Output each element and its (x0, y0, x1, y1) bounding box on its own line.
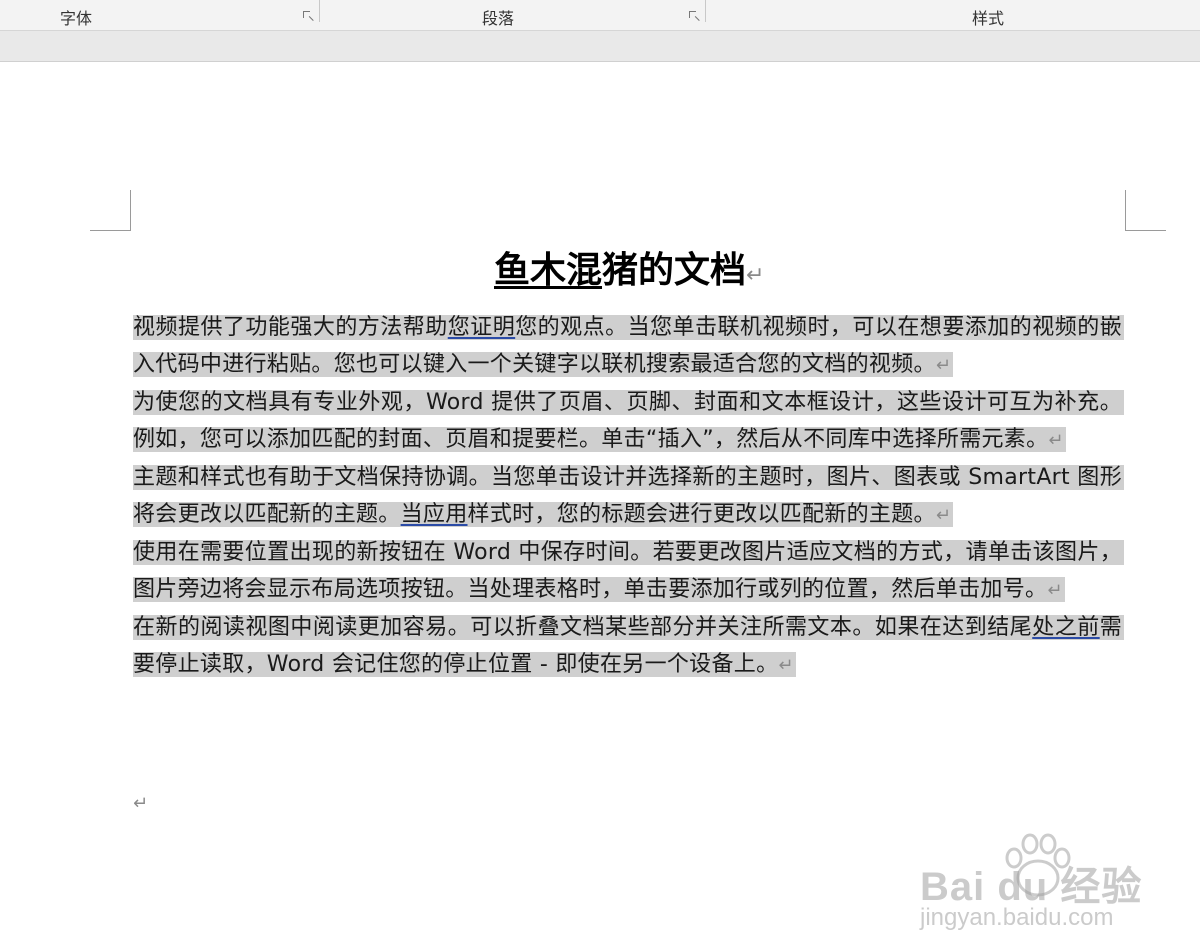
paragraph-mark-icon: ↵ (935, 355, 952, 376)
underlined-text: 处之前 (1032, 615, 1100, 640)
selected-text: 为使您的文档具有专业外观，Word 提供了页眉、页脚、封面和文本框设计，这些设计… (133, 390, 1124, 452)
underlined-text: 当应用 (400, 502, 468, 527)
title-rest: 猪的文档 (602, 250, 747, 291)
styles-group: 样式 (706, 0, 1200, 30)
paragraph-mark-icon: ↵ (746, 263, 765, 288)
margin-corner-top-right (1125, 190, 1166, 231)
paragraph-mark-icon: ↵ (935, 505, 952, 526)
paragraph-mark-icon: ↵ (1048, 430, 1064, 451)
paragraph[interactable]: 视频提供了功能强大的方法帮助您证明您的观点。当您单击联机视频时，可以在想要添加的… (133, 309, 1124, 384)
text-run: 视频提供了功能强大的方法帮助 (133, 315, 448, 340)
text-run: 为使您的文档具有专业外观，Word 提供了页眉、页脚、封面和文本框设计，这些设计… (133, 390, 1122, 452)
document-body[interactable]: 视频提供了功能强大的方法帮助您证明您的观点。当您单击联机视频时，可以在想要添加的… (133, 309, 1124, 684)
font-group-label: 字体 (60, 9, 93, 28)
paragraph-group-label: 段落 (482, 9, 515, 28)
underlined-text: 您证明 (447, 315, 516, 340)
baidu-jingyan-watermark: Bai du 经验 jingyan.baidu.com (920, 832, 1150, 942)
ribbon-group-labels: 字体 段落 样式 (0, 0, 1200, 31)
paragraph[interactable]: 使用在需要位置出现的新按钮在 Word 中保存时间。若要更改图片适应文档的方式，… (133, 534, 1124, 609)
paragraph-mark-icon: ↵ (1047, 580, 1063, 601)
styles-group-label: 样式 (972, 9, 1005, 28)
paragraph[interactable]: 主题和样式也有助于文档保持协调。当您单击设计并选择新的主题时，图片、图表或 Sm… (133, 459, 1124, 534)
empty-paragraph-mark-icon[interactable]: ↵ (133, 793, 148, 814)
text-run: 在新的阅读视图中阅读更加容易。可以折叠文档某些部分并关注所需文本。如果在达到结尾 (133, 615, 1033, 640)
paragraph-mark-icon: ↵ (778, 655, 794, 676)
margin-corner-top-left (90, 190, 131, 231)
ribbon-bottom-bar (0, 31, 1200, 62)
text-run: 使用在需要位置出现的新按钮在 Word 中保存时间。若要更改图片适应文档的方式，… (133, 540, 1122, 602)
paragraph-dialog-launcher-icon[interactable] (688, 10, 700, 22)
paragraph[interactable]: 在新的阅读视图中阅读更加容易。可以折叠文档某些部分并关注所需文本。如果在达到结尾… (133, 609, 1124, 684)
font-group: 字体 (0, 0, 320, 30)
paragraph[interactable]: 为使您的文档具有专业外观，Word 提供了页眉、页脚、封面和文本框设计，这些设计… (133, 384, 1124, 459)
selected-text: 视频提供了功能强大的方法帮助您证明您的观点。当您单击联机视频时，可以在想要添加的… (133, 315, 1124, 377)
selected-text: 主题和样式也有助于文档保持协调。当您单击设计并选择新的主题时，图片、图表或 Sm… (133, 465, 1124, 527)
document-page[interactable]: 鱼木混猪的文档↵ 视频提供了功能强大的方法帮助您证明您的观点。当您单击联机视频时… (0, 62, 1200, 931)
selected-text: 在新的阅读视图中阅读更加容易。可以折叠文档某些部分并关注所需文本。如果在达到结尾… (133, 615, 1124, 677)
selected-text: 使用在需要位置出现的新按钮在 Word 中保存时间。若要更改图片适应文档的方式，… (133, 540, 1124, 602)
text-run: 样式时，您的标题会进行更改以匹配新的主题。 (467, 502, 936, 527)
paragraph-group: 段落 (320, 0, 706, 30)
title-underlined-part: 鱼木混 (494, 250, 603, 291)
font-dialog-launcher-icon[interactable] (302, 10, 314, 22)
document-title[interactable]: 鱼木混猪的文档↵ (494, 249, 764, 298)
watermark-url: jingyan.baidu.com (920, 904, 1114, 931)
